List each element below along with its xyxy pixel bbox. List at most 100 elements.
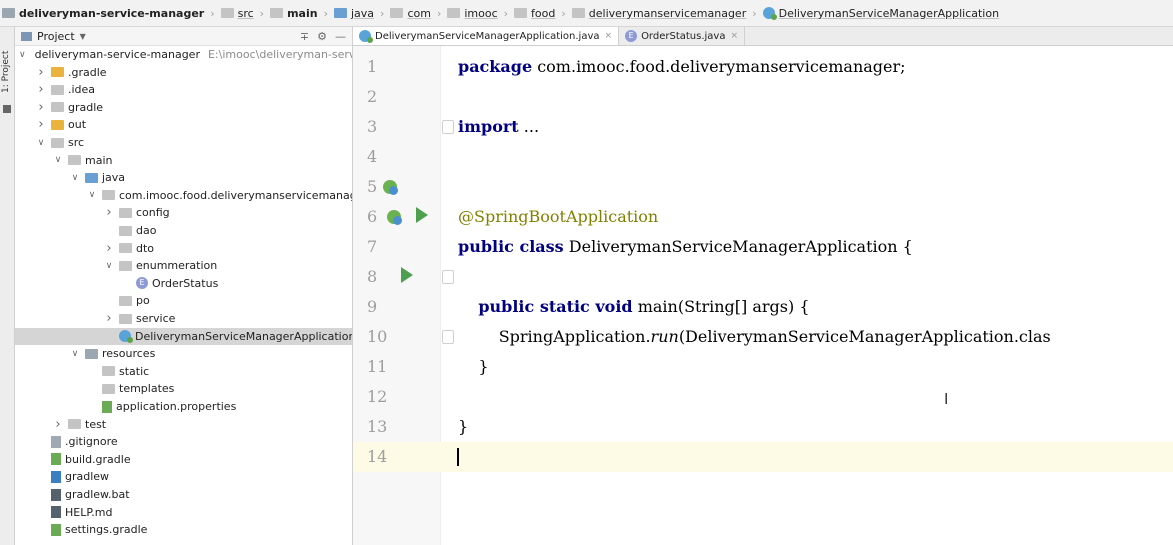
breadcrumb-item[interactable]: main (268, 7, 320, 20)
chevron-right-icon: › (323, 6, 328, 20)
tree-item[interactable]: .gitignore (15, 433, 352, 450)
chevron-down-icon[interactable]: ∨ (87, 190, 97, 200)
tree-item[interactable]: › out (15, 116, 352, 133)
breadcrumb-item[interactable]: DeliverymanServiceManagerApplication (761, 7, 1001, 20)
chevron-down-icon[interactable]: ∨ (70, 173, 80, 183)
tree-item[interactable]: ∨ main (15, 152, 352, 169)
fold-marker-icon[interactable] (442, 120, 454, 134)
tree-item[interactable]: gradlew (15, 468, 352, 485)
chevron-right-icon[interactable]: › (36, 82, 46, 97)
breadcrumb-item[interactable]: imooc (445, 7, 499, 20)
markdown-icon (51, 506, 61, 519)
tree-item[interactable]: build.gradle (15, 451, 352, 468)
tree-item-label: gradle (68, 100, 104, 114)
collapse-icon[interactable]: ∓ (300, 30, 309, 43)
chevron-right-icon[interactable]: › (36, 100, 46, 115)
code-editor[interactable]: 1 package com.imooc.food.deliverymanservi… (353, 46, 1173, 545)
code-text: } (458, 357, 489, 376)
gear-icon[interactable]: ⚙ (317, 30, 327, 43)
code-line[interactable]: 4 (353, 142, 1173, 172)
tree-item[interactable]: ∨ src (15, 134, 352, 151)
tree-item[interactable]: › test (15, 416, 352, 433)
editor-tab[interactable]: E OrderStatus.java × (619, 27, 746, 45)
chevron-right-icon[interactable]: › (36, 65, 46, 80)
tree-item[interactable]: settings.gradle (15, 521, 352, 538)
code-line[interactable]: 2 (353, 82, 1173, 112)
tree-item[interactable]: dao (15, 222, 352, 239)
tree-item[interactable]: application.properties (15, 398, 352, 415)
breadcrumb-item[interactable]: java (332, 7, 376, 20)
chevron-down-icon[interactable]: ∨ (36, 138, 46, 148)
chevron-right-icon[interactable]: › (104, 311, 114, 326)
code-line[interactable]: 5 (353, 172, 1173, 202)
close-icon[interactable]: × (730, 31, 738, 41)
close-icon[interactable]: × (605, 31, 613, 41)
folder-icon (270, 8, 284, 18)
chevron-right-icon[interactable]: › (104, 205, 114, 220)
tree-item[interactable]: templates (15, 380, 352, 397)
code-line[interactable]: 11 } (353, 352, 1173, 382)
tree-item-label: src (68, 136, 85, 149)
code-line[interactable]: 14 (353, 442, 1173, 472)
breadcrumb-item[interactable]: com (388, 7, 433, 20)
chevron-right-icon[interactable]: › (53, 417, 63, 432)
breadcrumb-item[interactable]: deliverymanservicemanager (570, 7, 748, 20)
tree-item-label: java (102, 171, 126, 185)
tree-item[interactable]: static (15, 363, 352, 380)
package-icon (119, 313, 132, 324)
run-icon[interactable] (416, 207, 428, 223)
tree-item[interactable]: ∨ com.imooc.food.deliverymanservicemanage… (15, 187, 352, 204)
tree-item[interactable]: ∨ java (15, 169, 352, 186)
tree-item[interactable]: E OrderStatus (15, 275, 352, 292)
chevron-down-icon[interactable]: ∨ (53, 155, 63, 165)
breadcrumb-item[interactable]: src (219, 7, 256, 20)
folder-icon (102, 366, 115, 377)
tree-item[interactable]: › .idea (15, 81, 352, 98)
chevron-right-icon[interactable]: › (36, 117, 46, 132)
code-line[interactable]: 10 SpringApplication.run(DeliverymanServ… (353, 322, 1173, 352)
tree-item-label: .gradle (68, 65, 107, 79)
tree-item[interactable]: ∨ enummeration (15, 257, 352, 274)
project-view-selector[interactable]: Project (37, 30, 75, 43)
code-line[interactable]: 3 import ... (353, 112, 1173, 142)
fold-marker-icon[interactable] (442, 330, 454, 344)
tree-item[interactable]: › gradle (15, 99, 352, 116)
spring-bean-icon[interactable] (387, 210, 402, 225)
structure-tool-icon[interactable] (3, 105, 11, 113)
code-text: public static void main(String[] args) { (478, 297, 810, 316)
chevron-down-icon[interactable]: ∨ (19, 50, 26, 60)
editor-tab[interactable]: DeliverymanServiceManagerApplication.jav… (353, 27, 620, 45)
tree-item[interactable]: › config (15, 204, 352, 221)
tree-item[interactable]: › .gradle (15, 64, 352, 81)
project-tool-button[interactable]: 1: Project (1, 33, 13, 93)
spring-bean-icon[interactable] (383, 180, 398, 195)
tree-item[interactable]: HELP.md (15, 504, 352, 521)
code-line[interactable]: 7 public class DeliverymanServiceManagerA… (353, 232, 1173, 262)
breadcrumb-item[interactable]: deliveryman-service-manager (0, 7, 206, 20)
chevron-down-icon[interactable]: ∨ (104, 261, 114, 271)
chevron-down-icon[interactable]: ▼ (80, 32, 86, 41)
code-line[interactable]: 13} (353, 412, 1173, 442)
chevron-right-icon[interactable]: › (104, 241, 114, 256)
package-icon (102, 190, 115, 201)
run-icon[interactable] (401, 267, 413, 283)
breadcrumb-item[interactable]: food (512, 7, 557, 20)
breadcrumb-label: imooc (464, 6, 498, 20)
code-line[interactable]: 8 (353, 262, 1173, 292)
tree-item[interactable]: › service (15, 310, 352, 327)
tree-item[interactable]: po (15, 292, 352, 309)
tree-item[interactable]: DeliverymanServiceManagerApplication (15, 327, 352, 345)
minimize-icon[interactable]: — (335, 30, 346, 43)
code-line[interactable]: 9 public static void main(String[] args)… (353, 292, 1173, 322)
code-line[interactable]: 1 package com.imooc.food.deliverymanservi… (353, 52, 1173, 82)
code-line[interactable]: 6 @SpringBootApplication (353, 202, 1173, 232)
fold-marker-icon[interactable] (442, 270, 454, 284)
tree-item[interactable]: › dto (15, 240, 352, 257)
chevron-right-icon: › (380, 6, 385, 20)
tree-item[interactable]: ∨ deliveryman-service-manager E:\imooc\del… (15, 46, 352, 63)
tree-item[interactable]: ∨ resources (15, 345, 352, 362)
chevron-down-icon[interactable]: ∨ (70, 349, 80, 359)
tree-item[interactable]: gradlew.bat (15, 486, 352, 503)
tree-item-label: po (136, 294, 150, 308)
code-line[interactable]: 12 (353, 382, 1173, 412)
